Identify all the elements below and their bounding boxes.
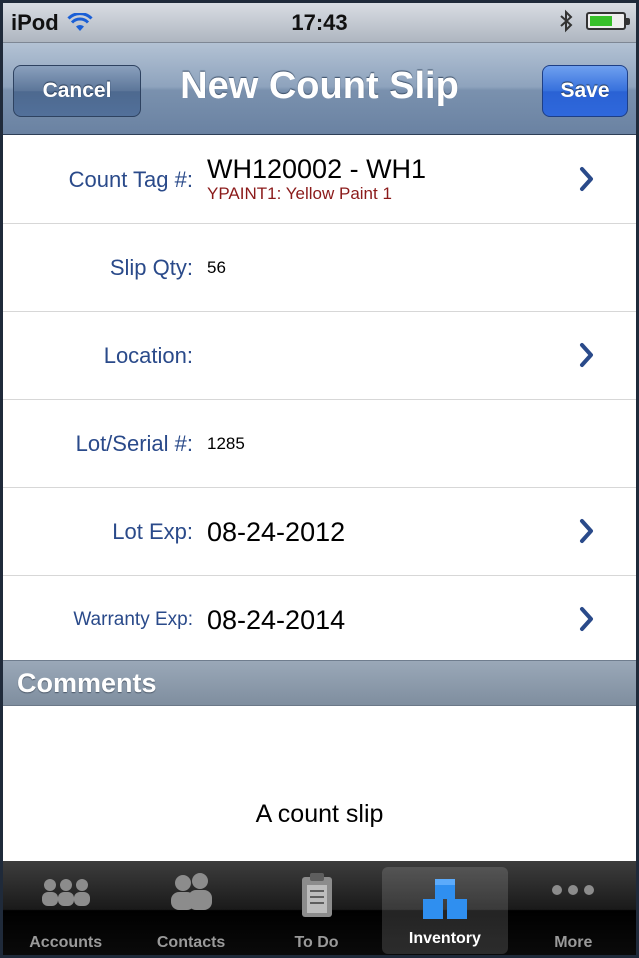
accounts-icon: [41, 879, 90, 906]
contacts-icon: [171, 873, 213, 910]
phone-screen: iPod 17:43 Cancel New Count Slip Save Co…: [0, 0, 639, 958]
count-slip-form: Count Tag #: WH120002 - WH1 YPAINT1: Yel…: [3, 136, 636, 664]
comments-section-header: Comments: [3, 660, 636, 706]
tab-bar: Accounts Contacts To Do Inventory More: [3, 861, 636, 955]
slip-qty-value[interactable]: 56: [207, 224, 226, 312]
count-tag-item: YPAINT1: Yellow Paint 1: [207, 184, 392, 203]
lot-exp-value: 08-24-2012: [207, 516, 346, 547]
tab-label: Contacts: [156, 934, 226, 951]
tab-label: More: [554, 934, 593, 951]
count-tag-label: Count Tag #:: [68, 167, 193, 192]
status-right-group: [558, 9, 630, 33]
count-tag-value-group: WH120002 - WH1 YPAINT1: Yellow Paint 1: [207, 136, 426, 224]
battery-icon: [586, 12, 630, 30]
tab-label: Inventory: [408, 930, 481, 947]
status-time: 17:43: [291, 10, 348, 35]
location-row[interactable]: Location:: [3, 312, 636, 400]
count-tag-row[interactable]: Count Tag #: WH120002 - WH1 YPAINT1: Yel…: [3, 136, 636, 224]
chevron-right-icon: [580, 519, 593, 543]
save-button[interactable]: Save: [542, 65, 628, 117]
count-tag-value: WH120002 - WH1: [207, 154, 427, 184]
inventory-icon: [422, 879, 467, 919]
bluetooth-icon: [560, 9, 573, 33]
lot-serial-label: Lot/Serial #:: [75, 431, 193, 456]
lot-serial-value[interactable]: 1285: [207, 400, 245, 488]
warranty-exp-value: 08-24-2014: [207, 604, 346, 635]
more-dots-icon: [552, 885, 595, 895]
tab-more[interactable]: More: [511, 861, 636, 955]
chevron-right-icon: [580, 343, 593, 367]
tab-todo[interactable]: To Do: [254, 861, 379, 955]
tab-label: Accounts: [29, 934, 103, 951]
chevron-right-icon: [580, 607, 593, 631]
comments-text[interactable]: A count slip: [3, 707, 636, 861]
chevron-right-icon: [580, 167, 593, 191]
status-bar: iPod 17:43: [3, 3, 636, 43]
lot-serial-row[interactable]: Lot/Serial #: 1285: [3, 400, 636, 488]
tab-accounts[interactable]: Accounts: [3, 861, 128, 955]
tab-inventory[interactable]: Inventory: [382, 867, 508, 954]
warranty-exp-row[interactable]: Warranty Exp: 08-24-2014: [3, 576, 636, 664]
slip-qty-label: Slip Qty:: [109, 255, 193, 280]
warranty-exp-label: Warranty Exp:: [73, 609, 193, 630]
location-label: Location:: [103, 343, 193, 368]
navigation-bar: Cancel New Count Slip Save: [3, 43, 636, 135]
todo-clipboard-icon: [301, 873, 332, 917]
lot-exp-label: Lot Exp:: [112, 519, 193, 544]
lot-exp-row[interactable]: Lot Exp: 08-24-2012: [3, 488, 636, 576]
slip-qty-row[interactable]: Slip Qty: 56: [3, 224, 636, 312]
tab-label: To Do: [294, 934, 339, 951]
tab-contacts[interactable]: Contacts: [128, 861, 253, 955]
